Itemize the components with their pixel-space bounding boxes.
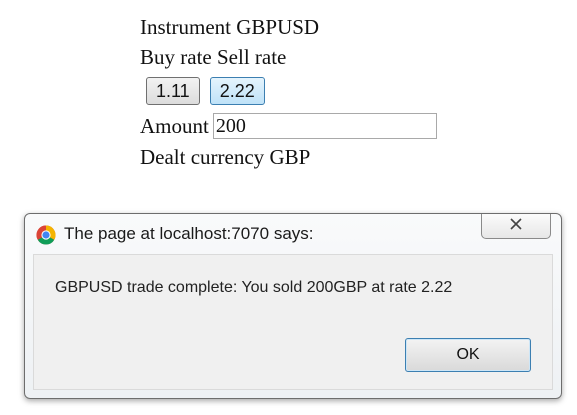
close-icon	[509, 217, 523, 235]
trade-form: Instrument GBPUSD Buy rate Sell rate 1.1…	[140, 12, 437, 172]
instrument-value: GBPUSD	[236, 15, 320, 39]
close-button[interactable]	[481, 214, 551, 239]
dialog-title: The page at localhost:7070 says:	[64, 224, 314, 243]
dealt-currency-row: Dealt currency GBP	[140, 142, 437, 172]
alert-dialog: The page at localhost:7070 says: GBPUSD …	[24, 213, 562, 399]
amount-input[interactable]	[212, 113, 437, 139]
buy-rate-label: Buy rate	[140, 45, 212, 69]
ok-button[interactable]: OK	[405, 338, 531, 372]
sell-rate-label: Sell rate	[216, 45, 287, 69]
dialog-titlebar[interactable]: The page at localhost:7070 says:	[25, 214, 561, 254]
amount-row: Amount	[140, 110, 437, 142]
dealt-currency-label: Dealt currency	[140, 145, 265, 169]
dealt-currency-value: GBP	[269, 145, 311, 169]
rate-labels-row: Buy rate Sell rate	[140, 42, 437, 72]
instrument-row: Instrument GBPUSD	[140, 12, 437, 42]
rate-buttons-row: 1.11 2.22	[140, 72, 437, 110]
dialog-body: GBPUSD trade complete: You sold 200GBP a…	[33, 254, 553, 390]
chrome-icon	[36, 225, 56, 245]
buy-rate-button[interactable]: 1.11	[146, 77, 200, 105]
instrument-label: Instrument	[140, 15, 231, 39]
sell-rate-button[interactable]: 2.22	[209, 77, 265, 105]
amount-label: Amount	[140, 114, 209, 138]
dialog-message: GBPUSD trade complete: You sold 200GBP a…	[55, 279, 453, 296]
